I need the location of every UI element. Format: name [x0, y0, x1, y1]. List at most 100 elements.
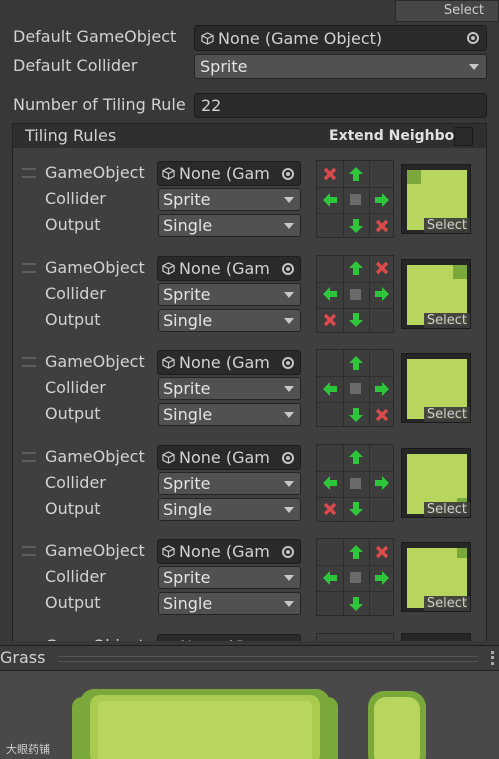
neighbor-cell[interactable] — [317, 445, 342, 470]
panel-menu-icon[interactable] — [491, 651, 497, 665]
rule-output-dropdown[interactable]: Single — [158, 214, 301, 237]
tiling-count-value: 22 — [201, 96, 222, 115]
neighbor-cell[interactable] — [317, 308, 342, 333]
neighbor-cell[interactable] — [343, 539, 368, 564]
sprite-select-label[interactable]: Select — [423, 312, 470, 328]
neighbor-cell[interactable] — [317, 161, 342, 186]
neighbor-cell[interactable] — [317, 565, 342, 590]
object-picker-icon[interactable] — [282, 262, 294, 275]
sprite-select-label[interactable]: Select — [423, 596, 470, 611]
object-picker-icon[interactable] — [282, 451, 294, 464]
rule-drag-handle[interactable] — [22, 262, 36, 273]
neighbor-cell[interactable] — [369, 256, 394, 281]
object-picker-icon[interactable] — [282, 357, 294, 369]
neighbor-cell[interactable] — [369, 471, 394, 496]
neighbor-rule-grid[interactable] — [316, 160, 394, 238]
neighbor-cell[interactable] — [369, 282, 394, 307]
neighbor-cell[interactable] — [369, 445, 394, 470]
rule-drag-handle[interactable] — [22, 451, 36, 462]
rule-output-dropdown[interactable]: Single — [158, 592, 301, 615]
rule-gameobject-field[interactable]: None (Gam — [157, 255, 301, 281]
panel-drag-handle[interactable] — [58, 656, 478, 662]
neighbor-cell[interactable] — [369, 497, 394, 522]
neighbor-cell[interactable] — [369, 402, 394, 427]
object-picker-icon[interactable] — [467, 32, 479, 44]
neighbor-cell[interactable] — [317, 256, 342, 281]
center-tile-icon — [350, 572, 361, 583]
neighbor-cell[interactable] — [343, 471, 368, 496]
rule-collider-dropdown[interactable]: Sprite — [158, 377, 301, 400]
neighbor-cell[interactable] — [343, 497, 368, 522]
rule-drag-handle[interactable] — [22, 357, 36, 367]
neighbor-rule-grid[interactable] — [316, 632, 394, 641]
neighbor-cell[interactable] — [343, 402, 368, 427]
neighbor-cell[interactable] — [343, 445, 368, 470]
neighbor-cell[interactable] — [343, 282, 368, 307]
neighbor-cell[interactable] — [369, 565, 394, 590]
default-collider-dropdown[interactable]: Sprite — [194, 54, 487, 79]
neighbor-rule-grid[interactable] — [316, 349, 394, 427]
neighbor-cell[interactable] — [343, 350, 368, 375]
neighbor-cell[interactable] — [369, 539, 394, 564]
neighbor-cell[interactable] — [343, 565, 368, 590]
neighbor-cell[interactable] — [343, 256, 368, 281]
rule-drag-handle[interactable] — [22, 546, 36, 556]
rule-sprite-preview[interactable]: Select — [401, 164, 471, 234]
rule-gameobject-field[interactable]: None (Gam — [157, 350, 301, 375]
neighbor-cell[interactable] — [343, 161, 368, 186]
neighbor-cell[interactable] — [317, 187, 342, 212]
rule-sprite-preview[interactable]: Select — [401, 542, 471, 612]
neighbor-rule-grid[interactable] — [316, 538, 394, 616]
rule-collider-dropdown[interactable]: Sprite — [158, 282, 301, 306]
neighbor-cell[interactable] — [317, 539, 342, 564]
neighbor-cell[interactable] — [369, 187, 394, 212]
neighbor-cell[interactable] — [369, 213, 394, 238]
neighbor-cell[interactable] — [317, 350, 342, 375]
neighbor-cell[interactable] — [317, 282, 342, 307]
rule-collider-dropdown[interactable]: Sprite — [158, 566, 301, 589]
rule-sprite-preview[interactable] — [401, 632, 471, 641]
rule-sprite-preview[interactable]: Select — [401, 353, 471, 423]
neighbor-cell[interactable] — [317, 376, 342, 401]
neighbor-cell[interactable] — [369, 350, 394, 375]
neighbor-cell[interactable] — [317, 402, 342, 427]
not-neighbor-x-icon — [374, 407, 390, 423]
rule-collider-dropdown[interactable]: Sprite — [158, 471, 301, 495]
neighbor-cell[interactable] — [343, 591, 368, 616]
neighbor-cell[interactable] — [369, 308, 394, 333]
rule-drag-handle[interactable] — [22, 168, 36, 178]
chevron-down-icon — [284, 317, 294, 324]
tiling-count-field[interactable]: 22 — [194, 93, 487, 118]
object-picker-icon[interactable] — [282, 546, 294, 558]
neighbor-cell[interactable] — [369, 376, 394, 401]
top-select-strip[interactable]: Select — [395, 0, 499, 22]
rule-output-dropdown[interactable]: Single — [158, 497, 301, 521]
extend-neighbor-checkbox[interactable] — [454, 127, 473, 146]
neighbor-cell[interactable] — [343, 213, 368, 238]
neighbor-cell[interactable] — [369, 161, 394, 186]
neighbor-cell[interactable] — [317, 497, 342, 522]
rule-sprite-preview[interactable]: Select — [401, 258, 471, 329]
rule-output-dropdown[interactable]: Single — [158, 403, 301, 426]
rule-output-dropdown[interactable]: Single — [158, 308, 301, 332]
sprite-select-label[interactable]: Select — [423, 407, 470, 422]
neighbor-rule-grid[interactable] — [316, 443, 394, 522]
neighbor-cell[interactable] — [369, 591, 394, 616]
neighbor-cell[interactable] — [317, 471, 342, 496]
neighbor-cell[interactable] — [317, 213, 342, 238]
rule-gameobject-field[interactable]: None (Gam — [157, 633, 301, 641]
sprite-select-label[interactable]: Select — [423, 218, 470, 233]
rule-gameobject-field[interactable]: None (Gam — [157, 444, 301, 470]
neighbor-cell[interactable] — [343, 376, 368, 401]
rule-gameobject-field[interactable]: None (Gam — [157, 161, 301, 186]
sprite-select-label[interactable]: Select — [423, 501, 470, 517]
neighbor-rule-grid[interactable] — [316, 254, 394, 333]
rule-sprite-preview[interactable]: Select — [401, 447, 471, 518]
neighbor-cell[interactable] — [317, 591, 342, 616]
default-gameobject-field[interactable]: None (Game Object) — [194, 25, 487, 51]
rule-gameobject-field[interactable]: None (Gam — [157, 539, 301, 564]
rule-collider-dropdown[interactable]: Sprite — [158, 188, 301, 211]
neighbor-cell[interactable] — [343, 308, 368, 333]
object-picker-icon[interactable] — [282, 168, 294, 180]
neighbor-cell[interactable] — [343, 187, 368, 212]
